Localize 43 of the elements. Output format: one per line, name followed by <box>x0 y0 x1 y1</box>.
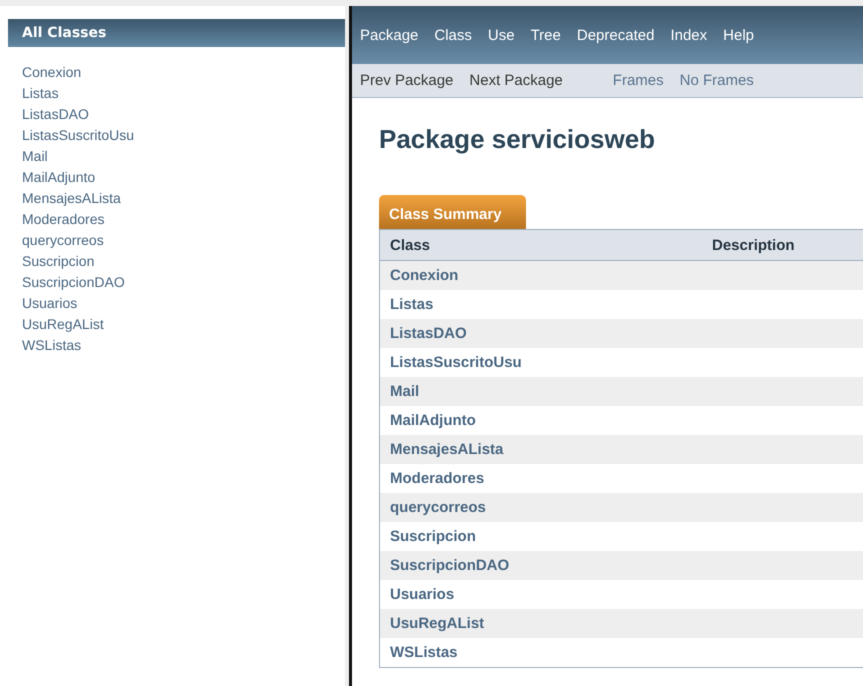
entry-link[interactable]: Moderadores <box>22 209 104 230</box>
entry-link[interactable]: Suscripcion <box>22 251 94 272</box>
frame-title: All Classes <box>8 19 345 47</box>
entry-link[interactable]: ListasDAO <box>22 104 89 125</box>
entry-link[interactable]: MailAdjunto <box>22 167 96 188</box>
entry-link[interactable]: MensajesALista <box>22 188 121 209</box>
entry-link[interactable]: UsuRegAList <box>22 314 104 335</box>
page-title: Package serviciosweb <box>379 124 656 155</box>
summary-entry-link[interactable]: MensajesALista <box>380 441 504 458</box>
nav-link[interactable]: Index <box>670 26 708 44</box>
summary-entry-link[interactable]: WSListas <box>380 644 458 661</box>
entry-link[interactable]: Usuarios <box>22 293 78 314</box>
entry-link[interactable]: querycorreos <box>22 230 104 251</box>
summary-entry-link[interactable]: Suscripcion <box>380 528 476 545</box>
summary-entry-link[interactable]: querycorreos <box>380 499 486 516</box>
nav-link[interactable]: Deprecated <box>576 26 654 44</box>
summary-entry-link[interactable]: ListasSuscritoUsu <box>380 354 522 371</box>
nav-link[interactable]: Use <box>488 26 515 44</box>
entry-link[interactable]: Conexion <box>22 62 82 83</box>
summary-entry-link[interactable]: Moderadores <box>380 470 484 487</box>
nav-link[interactable]: Help <box>723 26 754 44</box>
summary-entry-link[interactable]: UsuRegAList <box>380 615 484 632</box>
nav-link[interactable]: Class <box>434 26 472 44</box>
summary-entry-link[interactable]: Listas <box>380 296 434 313</box>
entry-link[interactable]: WSListas <box>22 335 82 356</box>
entry-link[interactable]: Mail <box>22 146 48 167</box>
entry-link[interactable]: Listas <box>22 83 59 104</box>
entry-link[interactable]: SuscripcionDAO <box>22 272 125 293</box>
summary-entry-link[interactable]: Conexion <box>380 267 458 284</box>
summary-entry-link[interactable]: MailAdjunto <box>380 412 476 429</box>
summary-entry-link[interactable]: Mail <box>380 383 420 400</box>
nav-link[interactable]: Tree <box>530 26 561 44</box>
summary-entry-link[interactable]: Usuarios <box>380 586 454 603</box>
summary-entry-link[interactable]: SuscripcionDAO <box>380 557 510 574</box>
nav-link[interactable]: Package <box>360 26 418 44</box>
summary-entry-link[interactable]: ListasDAO <box>380 325 467 342</box>
entry-link[interactable]: ListasSuscritoUsu <box>22 125 134 146</box>
sub-nav-link[interactable]: Next Package <box>469 72 563 89</box>
sub-nav-link[interactable]: Frames <box>612 72 664 89</box>
column-header: Description <box>712 236 795 254</box>
column-header: Class <box>389 236 432 254</box>
sub-nav-link[interactable]: No Frames <box>680 72 754 89</box>
sub-nav-link[interactable]: Prev Package <box>360 72 454 89</box>
